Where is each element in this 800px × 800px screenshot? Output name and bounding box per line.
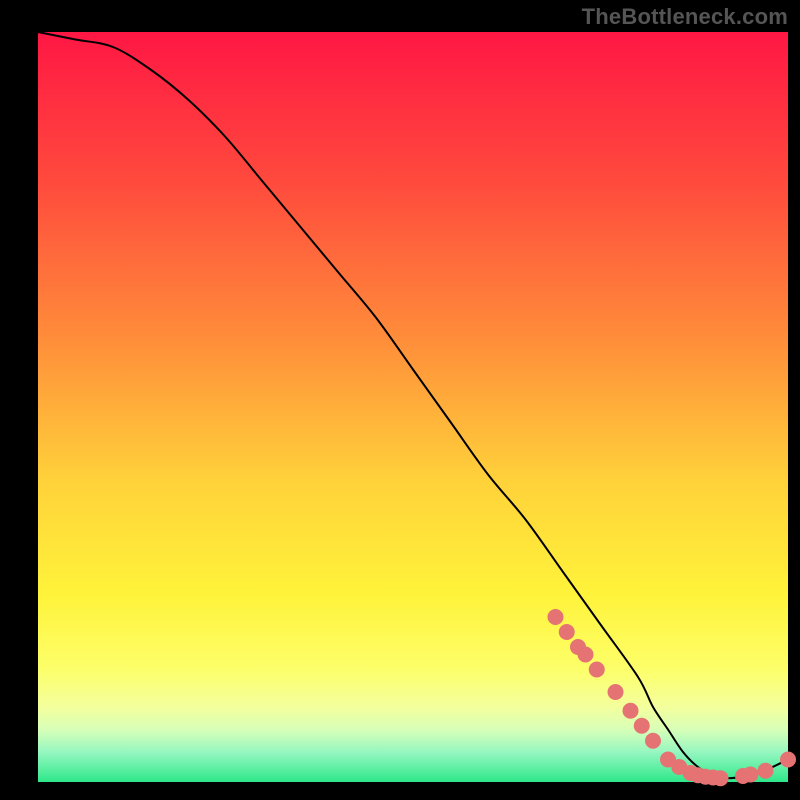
data-marker	[743, 767, 759, 783]
data-marker	[578, 647, 594, 663]
data-marker	[634, 718, 650, 734]
data-marker	[713, 770, 729, 786]
chart-stage: TheBottleneck.com	[0, 0, 800, 800]
data-marker	[623, 703, 639, 719]
data-marker	[645, 733, 661, 749]
data-marker	[608, 684, 624, 700]
data-marker	[589, 662, 605, 678]
data-marker	[548, 609, 564, 625]
data-marker	[559, 624, 575, 640]
data-marker	[780, 752, 796, 768]
plot-background	[38, 32, 788, 782]
chart-svg	[0, 0, 800, 800]
data-marker	[758, 763, 774, 779]
